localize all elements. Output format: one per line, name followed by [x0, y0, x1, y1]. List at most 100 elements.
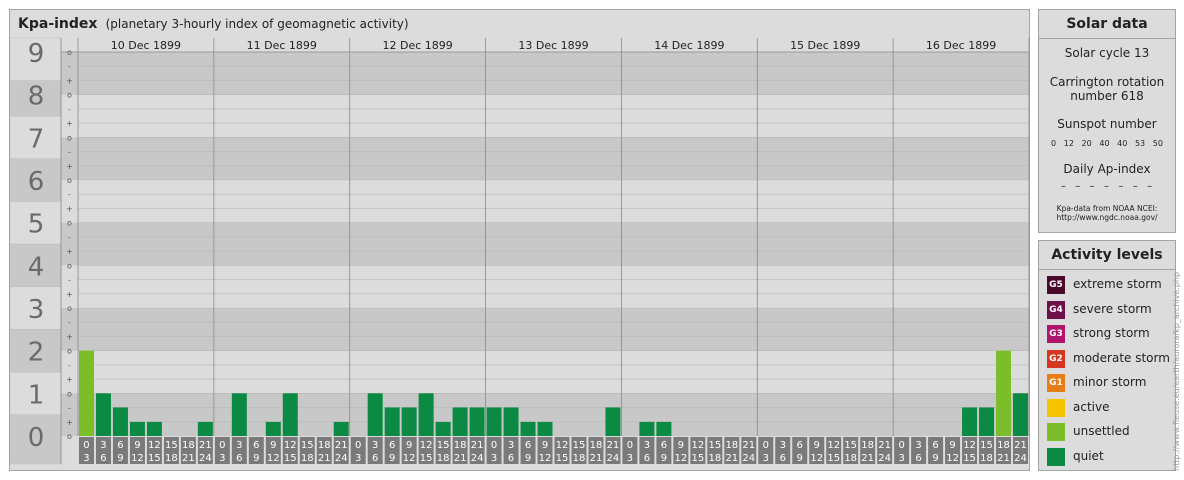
kpa-bar — [656, 421, 672, 436]
kpa-chart-panel: Kpa-index (planetary 3-hourly index of g… — [9, 9, 1030, 471]
y-minor-tick-label: + — [66, 247, 73, 256]
interval-end-label: 18 — [437, 453, 450, 464]
kp-band-1 — [61, 350, 1029, 394]
interval-start-label: 3 — [915, 440, 921, 451]
interval-start-label: 15 — [437, 440, 450, 451]
y-minor-tick-label: + — [66, 204, 73, 213]
kpa-bar — [503, 407, 519, 436]
interval-start-label: 0 — [83, 440, 89, 451]
interval-start-label: 6 — [253, 440, 259, 451]
interval-end-label: 9 — [797, 453, 803, 464]
interval-end-label: 18 — [708, 453, 721, 464]
y-tick-label: 1 — [28, 380, 45, 410]
interval-end-label: 24 — [1014, 453, 1027, 464]
sunspot-number-label: Sunspot number — [1057, 117, 1157, 131]
interval-end-label: 12 — [810, 453, 823, 464]
activity-level-swatch: G3 — [1047, 325, 1065, 343]
y-minor-tick-label: - — [68, 233, 71, 242]
interval-start-label: 6 — [525, 440, 531, 451]
activity-level-label: quiet — [1073, 448, 1104, 463]
y-minor-tick-label: o — [67, 133, 72, 142]
interval-start-label: 12 — [827, 440, 840, 451]
sunspot-number-scale: 0 12 20 40 40 53 50 — [1051, 139, 1163, 148]
y-minor-tick-label: o — [67, 91, 72, 100]
interval-start-label: 0 — [355, 440, 361, 451]
kpa-bar — [1013, 393, 1028, 436]
interval-start-label: 12 — [963, 440, 976, 451]
carrington-rotation-number: number 618 — [1070, 89, 1144, 103]
interval-start-label: 15 — [980, 440, 993, 451]
interval-start-label: 0 — [491, 440, 497, 451]
day-label: 15 Dec 1899 — [790, 39, 860, 52]
interval-end-label: 21 — [590, 453, 603, 464]
y-minor-tick-label: - — [68, 148, 71, 157]
interval-start-label: 12 — [420, 440, 433, 451]
kp-band-6 — [61, 137, 1029, 180]
interval-end-label: 21 — [861, 453, 874, 464]
activity-level-swatch — [1047, 423, 1065, 441]
data-source-label: Kpa-data from NOAA NCEI: — [1056, 204, 1158, 213]
data-source-link[interactable]: http://www.ngdc.noaa.gov/ — [1039, 213, 1175, 222]
interval-end-label: 24 — [607, 453, 620, 464]
activity-level-label: unsettled — [1073, 424, 1130, 438]
y-minor-tick-label: + — [66, 418, 73, 427]
y-minor-tick-label: + — [66, 332, 73, 341]
y-tick-label: 7 — [28, 124, 45, 154]
interval-start-label: 15 — [573, 440, 586, 451]
interval-start-label: 9 — [270, 440, 276, 451]
interval-end-label: 15 — [556, 453, 569, 464]
activity-level-unsettled: unsettled — [1047, 423, 1173, 441]
interval-end-label: 18 — [573, 453, 586, 464]
interval-end-label: 12 — [131, 453, 144, 464]
activity-level-label: moderate storm — [1073, 350, 1170, 365]
interval-end-label: 21 — [725, 453, 738, 464]
interval-end-label: 6 — [780, 453, 786, 464]
kpa-bar — [979, 407, 995, 436]
interval-end-label: 12 — [674, 453, 687, 464]
interval-start-label: 12 — [148, 440, 161, 451]
kpa-bar — [452, 407, 468, 436]
day-label: 13 Dec 1899 — [518, 39, 588, 52]
interval-end-label: 6 — [236, 453, 242, 464]
kp-band-4 — [61, 222, 1029, 266]
activity-level-quiet: quiet — [1047, 447, 1173, 466]
activity-level-label: severe storm — [1073, 301, 1152, 316]
activity-level-label: extreme storm — [1073, 277, 1162, 291]
interval-start-label: 21 — [1014, 440, 1027, 451]
interval-start-label: 0 — [763, 440, 769, 451]
activity-levels-panel: Activity levels G5 extreme storm G4 severe … — [1038, 240, 1176, 471]
interval-start-label: 9 — [134, 440, 140, 451]
kpa-bar — [384, 407, 400, 436]
interval-end-label: 24 — [742, 453, 755, 464]
interval-end-label: 21 — [182, 453, 195, 464]
kpa-bar — [639, 421, 655, 436]
activity-level-swatch — [1047, 398, 1065, 417]
day-label: 11 Dec 1899 — [247, 39, 317, 52]
interval-start-label: 0 — [627, 440, 633, 451]
y-minor-tick-label: o — [67, 304, 72, 313]
interval-start-label: 3 — [100, 440, 106, 451]
interval-end-label: 15 — [963, 453, 976, 464]
interval-end-label: 15 — [827, 453, 840, 464]
interval-end-label: 24 — [471, 453, 484, 464]
interval-end-label: 15 — [420, 453, 433, 464]
daily-ap-values: – – – – – – – — [1060, 181, 1154, 192]
activity-level-extreme-storm: G5 extreme storm — [1047, 276, 1173, 294]
interval-start-label: 21 — [878, 440, 891, 451]
interval-end-label: 12 — [539, 453, 552, 464]
y-minor-tick-label: o — [67, 176, 72, 185]
interval-start-label: 18 — [861, 440, 874, 451]
interval-start-label: 21 — [199, 440, 212, 451]
activity-level-minor-storm: G1 minor storm — [1047, 374, 1173, 392]
day-label: 12 Dec 1899 — [383, 39, 453, 52]
interval-end-label: 3 — [627, 453, 633, 464]
activity-level-label: minor storm — [1073, 375, 1147, 389]
activity-level-swatch: G1 — [1047, 374, 1065, 392]
y-tick-label: 6 — [28, 167, 45, 197]
y-minor-tick-label: - — [68, 318, 71, 327]
interval-end-label: 12 — [267, 453, 280, 464]
interval-end-label: 6 — [915, 453, 921, 464]
interval-start-label: 6 — [661, 440, 667, 451]
interval-end-label: 24 — [335, 453, 348, 464]
interval-start-label: 3 — [780, 440, 786, 451]
